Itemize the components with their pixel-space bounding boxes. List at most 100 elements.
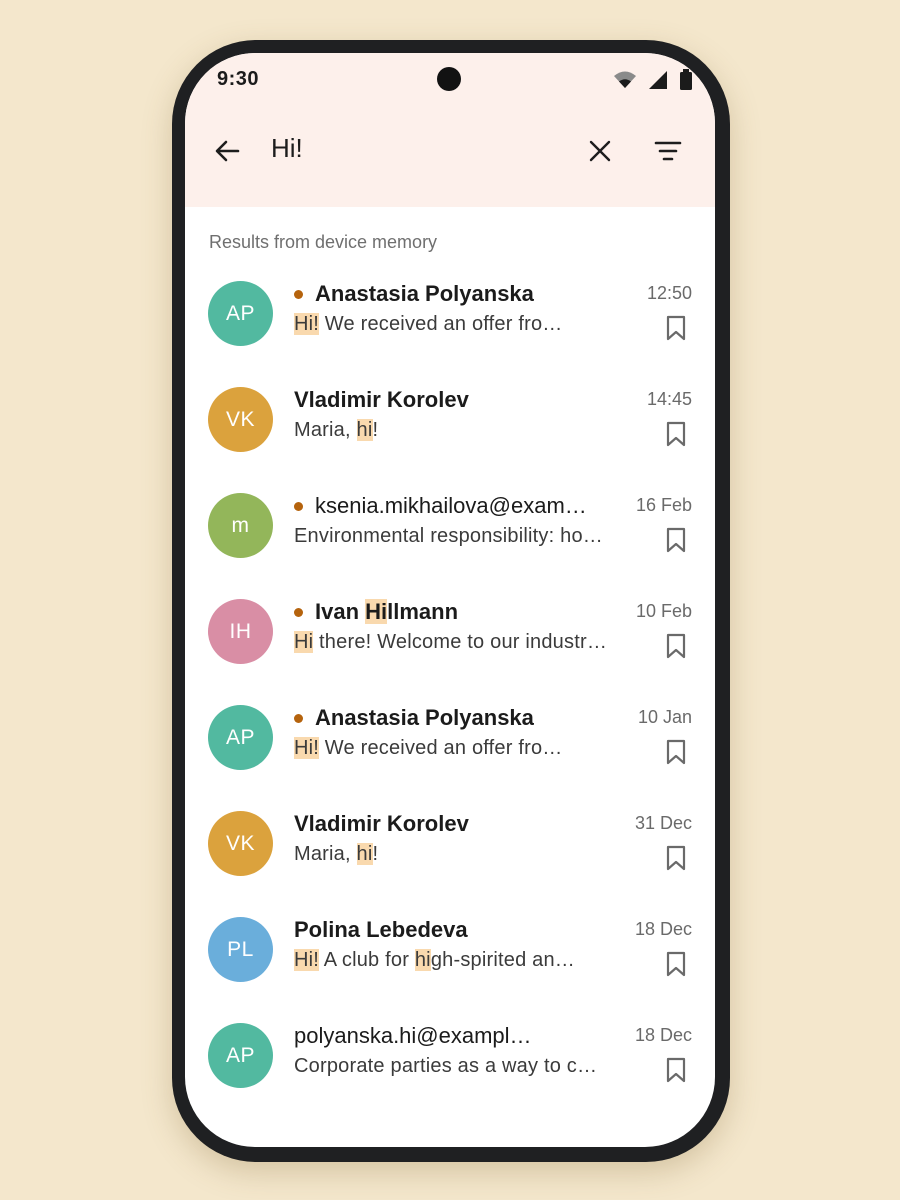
list-item[interactable]: VK Vladimir Korolev 31 Dec Maria, hi! bbox=[185, 795, 715, 901]
message-time: 14:45 bbox=[646, 389, 692, 409]
preview-text: there! Welcome to our industr… bbox=[313, 631, 608, 653]
sender-name: Anastasia Polyanska bbox=[315, 705, 534, 731]
unread-dot-icon bbox=[294, 607, 303, 617]
message-preview: Hi there! Welcome to our industr… bbox=[294, 631, 634, 661]
sender-text: polyanska.hi@exampl… bbox=[294, 1023, 532, 1048]
sender-name: Vladimir Korolev bbox=[294, 811, 469, 837]
close-icon bbox=[589, 140, 611, 162]
bookmark-icon[interactable] bbox=[665, 951, 687, 977]
sender-text: ksenia.mikhailova@examp… bbox=[315, 493, 594, 518]
message-time: 12:50 bbox=[646, 283, 692, 303]
signal-icon bbox=[649, 71, 667, 89]
message-time: 18 Dec bbox=[634, 919, 692, 939]
sender-row: Vladimir Korolev bbox=[294, 809, 594, 839]
list-item[interactable]: AP Anastasia Polyanska 12:50 Hi! We receive… bbox=[185, 265, 715, 371]
preview-highlight: Hi bbox=[294, 631, 314, 653]
sender-row: polyanska.hi@exampl… bbox=[294, 1021, 594, 1051]
avatar: m bbox=[208, 493, 273, 558]
bookmark-icon[interactable] bbox=[665, 1057, 687, 1083]
sender-row: Ivan Hillmann bbox=[294, 597, 594, 627]
preview-text: We received an offer fro… bbox=[319, 313, 563, 335]
filter-button[interactable] bbox=[648, 131, 688, 171]
avatar: AP bbox=[208, 705, 273, 770]
bookmark-icon[interactable] bbox=[665, 315, 687, 341]
list-item[interactable]: IH Ivan Hillmann 10 Feb Hi there! Welcome t… bbox=[185, 583, 715, 689]
message-preview: Maria, hi! bbox=[294, 419, 634, 449]
message-time: 16 Feb bbox=[635, 495, 692, 515]
sender-name: polyanska.hi@exampl… bbox=[294, 1023, 532, 1049]
message-time: 18 Dec bbox=[634, 1025, 692, 1045]
sender-name: Ivan Hillmann bbox=[315, 599, 458, 625]
sender-text: Anastasia Polyanska bbox=[315, 705, 534, 730]
preview-highlight: hi bbox=[356, 419, 373, 441]
bookmark-icon[interactable] bbox=[665, 739, 687, 765]
status-icons bbox=[613, 69, 693, 91]
bookmark-icon[interactable] bbox=[665, 421, 687, 447]
preview-highlight: hi bbox=[414, 949, 431, 971]
unread-dot-icon bbox=[294, 713, 303, 723]
sender-row: Anastasia Polyanska bbox=[294, 703, 594, 733]
message-time: 10 Feb bbox=[635, 601, 692, 621]
sender-text: Polina Lebedeva bbox=[294, 917, 468, 942]
message-preview: Corporate parties as a way to c… bbox=[294, 1055, 634, 1085]
message-preview: Hi! We received an offer fro… bbox=[294, 737, 634, 767]
battery-icon bbox=[680, 69, 692, 90]
sender-text: Ivan bbox=[315, 599, 366, 624]
sender-name: Polina Lebedeva bbox=[294, 917, 468, 943]
sender-highlight: Hi bbox=[365, 599, 388, 624]
unread-dot-icon bbox=[294, 289, 303, 299]
message-preview: Hi! A club for high-spirited an… bbox=[294, 949, 634, 979]
list-item[interactable]: VK Vladimir Korolev 14:45 Maria, hi! bbox=[185, 371, 715, 477]
preview-text: Maria, bbox=[294, 843, 357, 865]
preview-text: Maria, bbox=[294, 419, 357, 441]
sender-row: Vladimir Korolev bbox=[294, 385, 594, 415]
list-item[interactable]: AP Anastasia Polyanska 10 Jan Hi! We receiv… bbox=[185, 689, 715, 795]
preview-text: gh-spirited an… bbox=[430, 949, 575, 971]
preview-text: Corporate parties as a way to c… bbox=[294, 1055, 598, 1077]
message-preview: Maria, hi! bbox=[294, 843, 634, 873]
list-item[interactable]: AP polyanska.hi@exampl… 18 Dec Corporate pa… bbox=[185, 1007, 715, 1113]
sender-text: Anastasia Polyanska bbox=[315, 281, 534, 306]
preview-text: Environmental responsibility: ho… bbox=[294, 525, 603, 547]
clear-search-button[interactable] bbox=[580, 131, 620, 171]
avatar: PL bbox=[208, 917, 273, 982]
avatar: VK bbox=[208, 387, 273, 452]
preview-highlight: hi bbox=[356, 843, 373, 865]
wifi-icon bbox=[614, 71, 636, 88]
unread-dot-icon bbox=[294, 501, 303, 511]
section-label: Results from device memory bbox=[209, 232, 438, 252]
search-input[interactable] bbox=[271, 133, 531, 164]
avatar: IH bbox=[208, 599, 273, 664]
sender-text: Vladimir Korolev bbox=[294, 811, 469, 836]
search-app-bar: 9:30 bbox=[185, 53, 715, 207]
message-time: 31 Dec bbox=[634, 813, 692, 833]
bookmark-icon[interactable] bbox=[665, 633, 687, 659]
phone-screen: 9:30 Hi! Results from device memory AP A… bbox=[185, 53, 715, 1147]
message-preview: Hi! We received an offer fro… bbox=[294, 313, 634, 343]
preview-highlight: Hi! bbox=[294, 949, 320, 971]
preview-text: We received an offer fro… bbox=[319, 737, 563, 759]
sender-text: llmann bbox=[387, 599, 459, 624]
preview-highlight: Hi! bbox=[294, 313, 320, 335]
avatar: AP bbox=[208, 281, 273, 346]
sender-row: ksenia.mikhailova@examp… bbox=[294, 491, 594, 521]
status-time: 9:30 bbox=[217, 68, 260, 90]
sender-name: ksenia.mikhailova@examp… bbox=[315, 493, 594, 519]
sender-row: Polina Lebedeva bbox=[294, 915, 594, 945]
bookmark-icon[interactable] bbox=[665, 845, 687, 871]
back-button[interactable] bbox=[207, 131, 247, 171]
list-item[interactable]: m ksenia.mikhailova@examp… 16 Feb Environme… bbox=[185, 477, 715, 583]
preview-text: A club for bbox=[319, 949, 415, 971]
list-item[interactable]: PL Polina Lebedeva 18 Dec Hi! A club for hi… bbox=[185, 901, 715, 1007]
message-preview: Environmental responsibility: ho… bbox=[294, 525, 634, 555]
preview-text: ! bbox=[372, 419, 379, 441]
avatar: AP bbox=[208, 1023, 273, 1088]
sender-row: Anastasia Polyanska bbox=[294, 279, 594, 309]
front-camera bbox=[437, 67, 461, 91]
sender-name: Vladimir Korolev bbox=[294, 387, 469, 413]
bookmark-icon[interactable] bbox=[665, 527, 687, 553]
filter-icon bbox=[654, 141, 682, 161]
sender-name: Anastasia Polyanska bbox=[315, 281, 534, 307]
avatar: VK bbox=[208, 811, 273, 876]
arrow-left-icon bbox=[215, 140, 240, 162]
